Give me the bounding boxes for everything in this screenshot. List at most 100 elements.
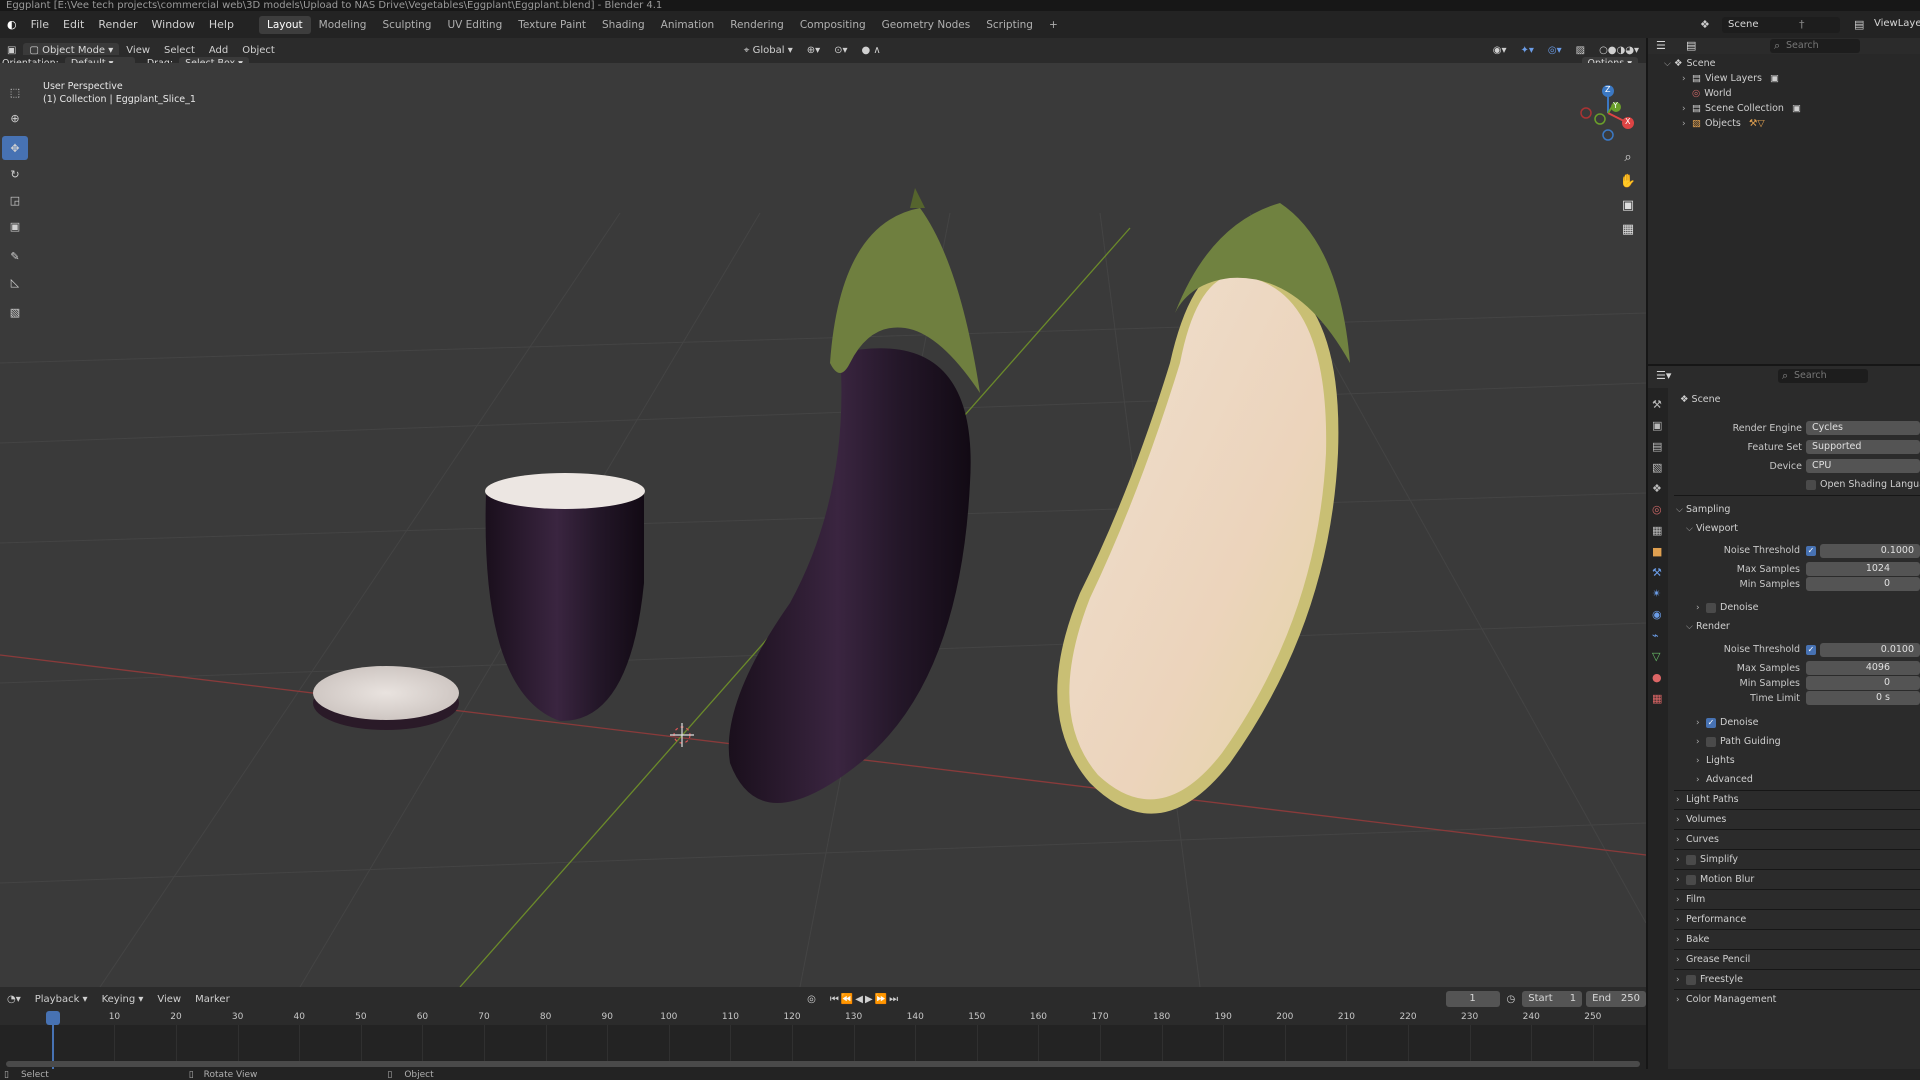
r-noise-threshold-field[interactable]: 0.0100 [1820,643,1920,657]
outliner-search-input[interactable]: Search [1770,39,1860,53]
checkbox-icon[interactable] [1686,854,1696,865]
blender-logo-icon[interactable]: ◐ [0,11,24,38]
physics-tab-icon[interactable]: ◉ [1652,604,1664,625]
display-mode-icon[interactable]: ▤ [1686,39,1696,52]
playhead[interactable] [46,1011,60,1025]
outliner-item-world[interactable]: ◎ World [1648,86,1920,101]
panel-render-sampling[interactable]: ⌵ Render [1686,621,1730,632]
checkbox-icon[interactable] [1686,874,1696,885]
tab-layout[interactable]: Layout [258,15,311,34]
select-box-icon[interactable]: ⬚ [2,80,28,104]
checkbox-icon[interactable]: ✓ [1706,717,1716,728]
texture-tab-icon[interactable]: ▦ [1652,688,1664,709]
collapse-icon[interactable]: › [1682,104,1692,114]
r-noise-checkbox[interactable]: ✓ [1806,645,1816,655]
outliner-editor-icon[interactable]: ☰ [1656,39,1666,52]
timeline-menu-marker[interactable]: Marker [188,994,237,1005]
tab-scripting[interactable]: Scripting [978,16,1041,34]
checkbox-icon[interactable] [1686,974,1696,985]
menu-render[interactable]: Render [91,11,144,38]
panel-film[interactable]: › Film [1676,894,1705,905]
tab-geometry-nodes[interactable]: Geometry Nodes [874,16,979,34]
output-tab-icon[interactable]: ▤ [1652,436,1664,457]
r-min-samples-field[interactable]: 0 [1806,676,1920,690]
r-denoise-panel[interactable]: › ✓ Denoise [1696,717,1758,728]
start-frame-field[interactable]: Start 1 [1522,991,1583,1007]
view-layer-tab-icon[interactable]: ▧ [1652,457,1664,478]
panel-bake[interactable]: › Bake [1676,934,1709,945]
object-tab-icon[interactable]: ■ [1652,541,1664,562]
world-tab-icon[interactable]: ◎ [1652,499,1664,520]
annotate-icon[interactable]: ✎ [2,244,28,268]
playback-controls[interactable]: ⏮⏪◀▶⏩⏭ [823,994,907,1005]
r-max-samples-field[interactable]: 4096 [1806,661,1920,675]
measure-icon[interactable]: ◺ [2,270,28,294]
outliner-item-scene[interactable]: ⌵ ❖ Scene [1648,56,1920,71]
add-workspace-button[interactable]: + [1041,16,1066,34]
scene-name-field[interactable]: Scene [1722,17,1840,33]
collapse-icon[interactable]: › [1682,74,1692,84]
feature-set-dropdown[interactable]: Supported [1806,440,1920,454]
end-frame-field[interactable]: End 250 [1586,991,1646,1007]
device-dropdown[interactable]: CPU [1806,459,1920,473]
tab-texture-paint[interactable]: Texture Paint [510,16,594,34]
vp-max-samples-field[interactable]: 1024 [1806,562,1920,576]
record-icon[interactable]: ◎ [800,994,823,1005]
tab-animation[interactable]: Animation [653,16,723,34]
tab-modeling[interactable]: Modeling [311,16,375,34]
material-tab-icon[interactable]: ● [1652,667,1664,688]
tab-compositing[interactable]: Compositing [792,16,874,34]
render-tab-icon[interactable]: ▣ [1652,415,1664,436]
clock-icon[interactable]: ◷ [1500,994,1523,1005]
collapse-icon[interactable]: › [1682,119,1692,129]
tab-uv-editing[interactable]: UV Editing [439,16,510,34]
transform-icon[interactable]: ▣ [2,214,28,238]
tool-tab-icon[interactable]: ⚒ [1652,394,1664,415]
modifier-tab-icon[interactable]: ⚒ [1652,562,1664,583]
menu-file[interactable]: File [24,11,56,38]
checkbox-icon[interactable] [1706,602,1716,613]
menu-help[interactable]: Help [202,11,241,38]
3d-viewport[interactable]: User Perspective (1) Collection | Eggpla… [0,63,1646,987]
timeline-menu-playback[interactable]: Playback ▾ [28,994,95,1005]
panel-curves[interactable]: › Curves [1676,834,1719,845]
panel-performance[interactable]: › Performance [1676,914,1746,925]
expand-icon[interactable]: ⌵ [1664,59,1674,69]
cursor-icon[interactable]: ⊕ [2,106,28,130]
panel-freestyle[interactable]: › Freestyle [1676,974,1743,985]
outliner-item-view-layers[interactable]: › ▤ View Layers ▣ [1648,71,1920,86]
move-icon[interactable]: ✥ [2,136,28,160]
tab-rendering[interactable]: Rendering [722,16,792,34]
panel-viewport[interactable]: ⌵ Viewport [1686,523,1738,534]
current-frame-field[interactable]: 1 [1445,991,1500,1007]
vp-noise-checkbox[interactable]: ✓ [1806,546,1816,556]
vp-noise-threshold-field[interactable]: 0.1000 [1820,544,1920,558]
tab-shading[interactable]: Shading [594,16,653,34]
grid-icon[interactable]: ▦ [1616,217,1640,241]
advanced-panel[interactable]: › Advanced [1696,774,1753,785]
timeline-menu-keying[interactable]: Keying ▾ [95,994,151,1005]
scale-icon[interactable]: ◲ [2,188,28,212]
path-guiding-panel[interactable]: › Path Guiding [1696,736,1781,747]
properties-search-input[interactable]: Search [1778,369,1868,383]
outliner-item-scene-collection[interactable]: › ▤ Scene Collection ▣ [1648,101,1920,116]
navigation-gizmo[interactable]: Z X Y [1576,83,1640,147]
r-time-limit-field[interactable]: 0 s [1806,691,1920,705]
panel-motion-blur[interactable]: › Motion Blur [1676,874,1754,885]
lights-panel[interactable]: › Lights [1696,755,1735,766]
add-cube-icon[interactable]: ▧ [2,300,28,324]
menu-window[interactable]: Window [145,11,202,38]
panel-light-paths[interactable]: › Light Paths [1676,794,1739,805]
pan-hand-icon[interactable]: ✋ [1616,169,1640,193]
panel-sampling[interactable]: ⌵ Sampling [1676,504,1730,515]
collection-tab-icon[interactable]: ▦ [1652,520,1664,541]
timeline-menu-view[interactable]: View [150,994,188,1005]
timeline[interactable]: 1102030405060708090100110120130140150160… [0,1011,1646,1069]
panel-volumes[interactable]: › Volumes [1676,814,1726,825]
scene-tab-icon[interactable]: ❖ [1652,478,1664,499]
view-layer-name[interactable]: ViewLayer [1874,18,1920,29]
particles-tab-icon[interactable]: ✴ [1652,583,1664,604]
render-engine-dropdown[interactable]: Cycles [1806,421,1920,435]
timeline-editor-icon[interactable]: ◔▾ [0,994,28,1005]
data-tab-icon[interactable]: ▽ [1652,646,1664,667]
